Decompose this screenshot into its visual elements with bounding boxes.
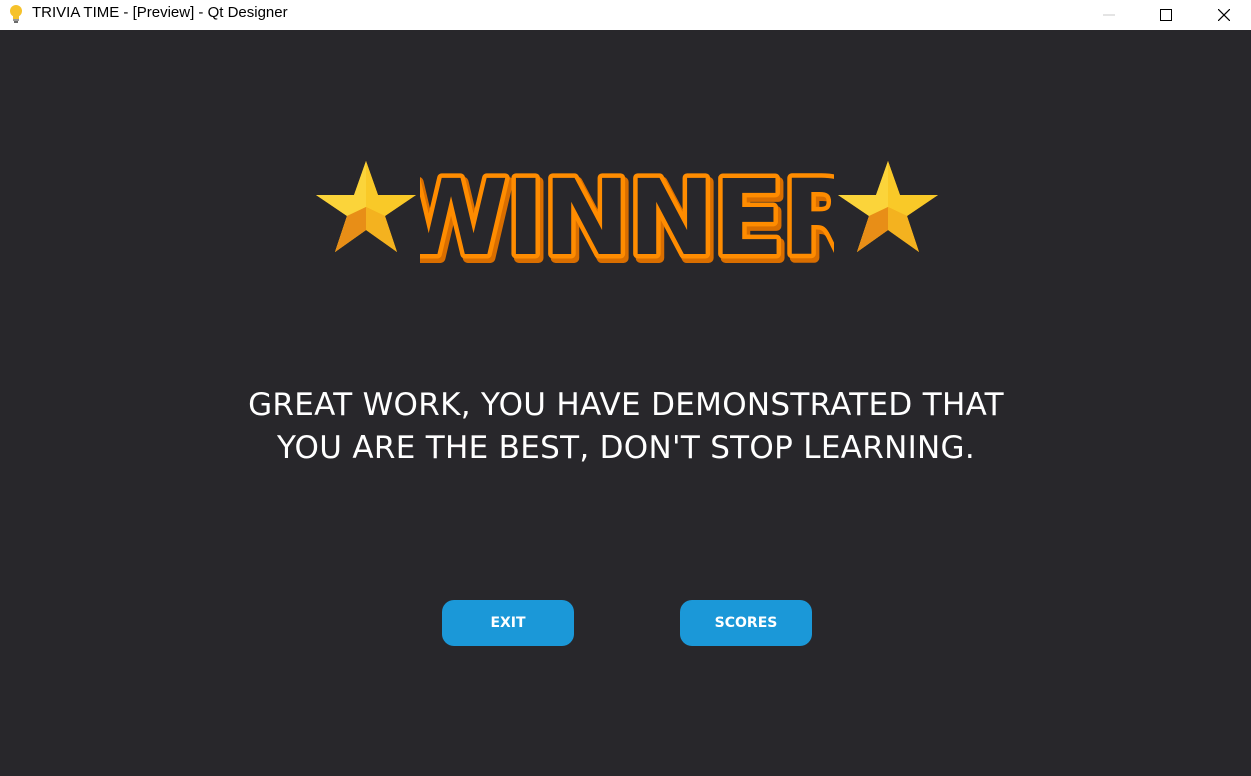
app-window: TRIVIA TIME - [Preview] - Qt Designer WI…	[0, 0, 1251, 776]
title-bar: TRIVIA TIME - [Preview] - Qt Designer	[0, 0, 1251, 30]
minimize-button[interactable]	[1080, 0, 1138, 30]
winner-title-text: WINNER	[420, 157, 834, 275]
close-button[interactable]	[1195, 0, 1251, 30]
message-line-1: GREAT WORK, YOU HAVE DEMONSTRATED THAT	[248, 387, 1004, 423]
close-icon	[1218, 9, 1230, 21]
scores-button[interactable]: SCORES	[680, 600, 812, 646]
winner-banner: WINNER WINNER	[312, 150, 942, 289]
lightbulb-icon	[7, 4, 25, 24]
maximize-icon	[1160, 9, 1172, 21]
congrats-message: GREAT WORK, YOU HAVE DEMONSTRATED THAT Y…	[200, 384, 1052, 470]
exit-button[interactable]: EXIT	[442, 600, 574, 646]
star-icon	[312, 155, 420, 260]
star-icon	[834, 155, 942, 260]
winner-title: WINNER WINNER	[389, 150, 870, 289]
maximize-button[interactable]	[1137, 0, 1195, 30]
window-title: TRIVIA TIME - [Preview] - Qt Designer	[32, 4, 288, 21]
message-line-2: YOU ARE THE BEST, DON'T STOP LEARNING.	[277, 430, 975, 466]
minimize-icon	[1103, 9, 1115, 21]
